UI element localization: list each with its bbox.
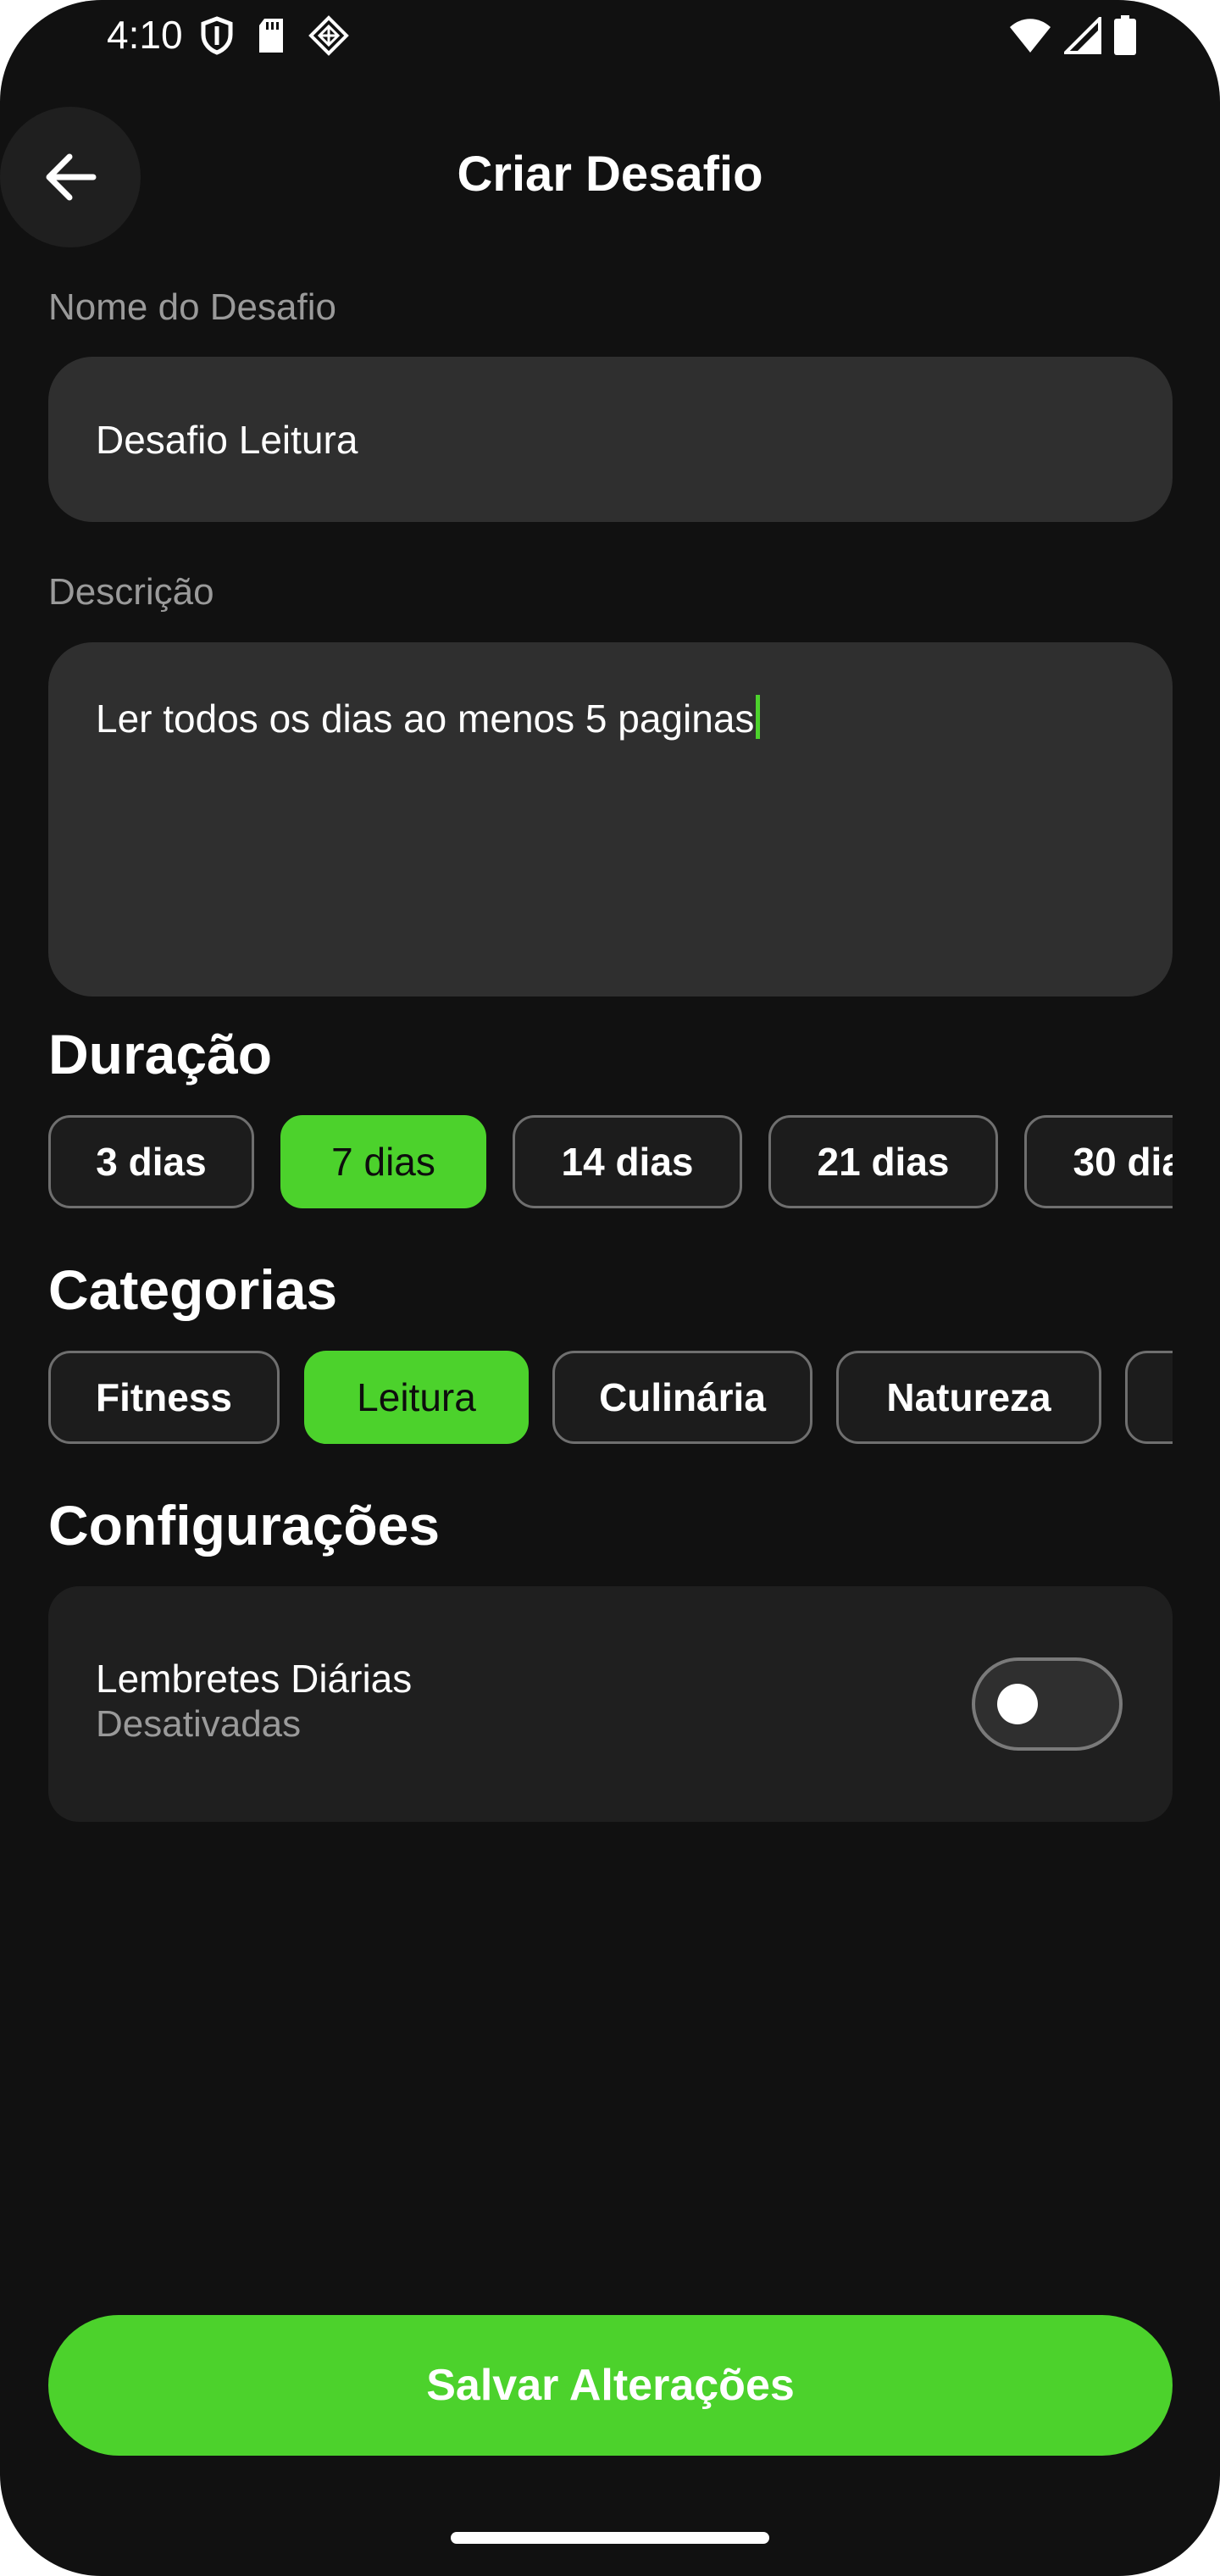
- challenge-name-label: Nome do Desafio: [48, 286, 336, 328]
- toggle-thumb: [997, 1684, 1038, 1724]
- save-button[interactable]: Salvar Alterações: [48, 2315, 1173, 2456]
- reminders-setting-card: Lembretes Diárias Desativadas: [48, 1586, 1173, 1822]
- challenge-name-value: Desafio Leitura: [96, 417, 358, 462]
- duration-chip-row[interactable]: 3 dias 7 dias 14 dias 21 dias 30 dias: [48, 1115, 1173, 1212]
- status-left-icons: [200, 15, 349, 56]
- battery-icon: [1113, 15, 1137, 56]
- home-indicator[interactable]: [451, 2532, 769, 2544]
- status-bar: 4:10: [0, 0, 1220, 76]
- duration-chip-7-dias[interactable]: 7 dias: [280, 1115, 486, 1208]
- challenge-name-input[interactable]: Desafio Leitura: [48, 357, 1173, 522]
- description-value: Ler todos os dias ao menos 5 paginas: [96, 697, 755, 741]
- shield-icon: [200, 16, 234, 55]
- reminders-label: Lembretes Diárias: [96, 1657, 413, 1701]
- reminders-status: Desativadas: [96, 1703, 302, 1745]
- description-input[interactable]: Ler todos os dias ao menos 5 paginas: [48, 642, 1173, 997]
- duration-chip-30-dias[interactable]: 30 dias: [1024, 1115, 1173, 1208]
- text-caret: [756, 695, 761, 739]
- duration-chip-21-dias[interactable]: 21 dias: [768, 1115, 998, 1208]
- sd-card-icon: [256, 17, 286, 54]
- status-time: 4:10: [107, 13, 183, 57]
- app-screen: 4:10 Criar Desafio Nome do Desafio Desaf…: [0, 0, 1220, 2576]
- duration-title: Duração: [48, 1023, 273, 1085]
- category-chip-fitness[interactable]: Fitness: [48, 1351, 280, 1444]
- category-chip-leitura[interactable]: Leitura: [304, 1351, 529, 1444]
- duration-chip-3-dias[interactable]: 3 dias: [48, 1115, 254, 1208]
- categories-title: Categorias: [48, 1258, 338, 1321]
- category-chip-culinaria[interactable]: Culinária: [552, 1351, 812, 1444]
- category-chip-natureza[interactable]: Natureza: [836, 1351, 1101, 1444]
- settings-title: Configurações: [48, 1494, 441, 1557]
- category-chip-partial[interactable]: [1125, 1351, 1173, 1444]
- description-label: Descrição: [48, 571, 214, 613]
- status-right-icons: [1008, 15, 1137, 56]
- duration-chip-14-dias[interactable]: 14 dias: [513, 1115, 742, 1208]
- diamond-icon: [308, 15, 349, 56]
- category-chip-row[interactable]: Fitness Leitura Culinária Natureza: [48, 1351, 1173, 1447]
- page-title: Criar Desafio: [457, 147, 763, 202]
- reminders-toggle[interactable]: [972, 1657, 1123, 1751]
- signal-icon: [1064, 17, 1101, 54]
- wifi-icon: [1008, 17, 1052, 54]
